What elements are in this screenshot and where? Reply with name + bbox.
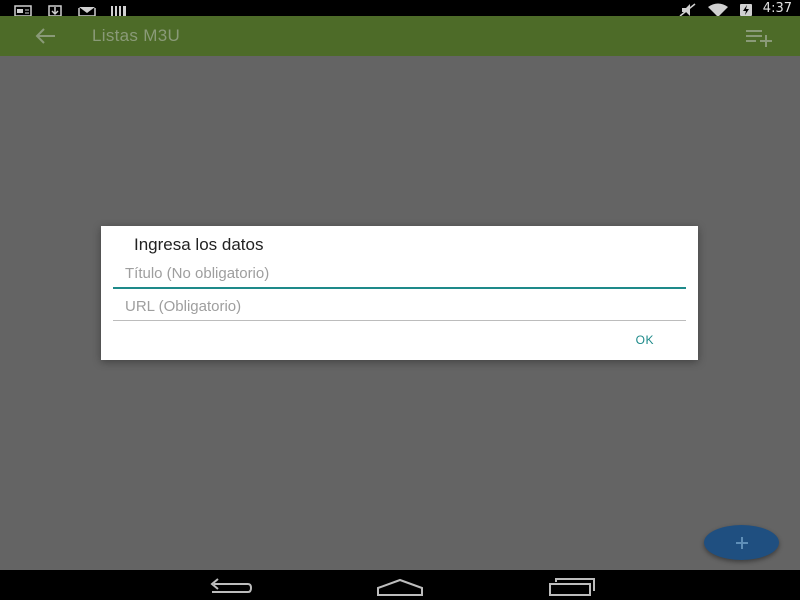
nav-back-icon[interactable] xyxy=(204,575,254,597)
status-time: 4:37 xyxy=(762,0,792,16)
back-arrow-icon[interactable] xyxy=(32,23,60,49)
status-bar: 4:37 xyxy=(0,0,800,17)
plus-icon xyxy=(735,536,748,549)
title-field xyxy=(113,261,686,289)
add-fab-button[interactable] xyxy=(704,525,779,560)
nav-recents-icon[interactable] xyxy=(546,575,596,597)
status-bar-system: 4:37 xyxy=(679,0,792,17)
app-bar: Listas M3U xyxy=(0,16,800,56)
nav-home-icon[interactable] xyxy=(374,575,424,597)
url-field xyxy=(113,294,686,321)
status-bar-notifications xyxy=(14,2,128,17)
dialog-title: Ingresa los datos xyxy=(134,235,264,254)
app-title: Listas M3U xyxy=(92,26,181,45)
mute-icon xyxy=(679,2,697,17)
playlist-add-icon[interactable] xyxy=(744,26,774,48)
navigation-bar xyxy=(0,570,800,600)
download-icon xyxy=(46,2,64,17)
notification-card-icon xyxy=(14,2,32,17)
url-input[interactable] xyxy=(113,294,686,318)
title-input[interactable] xyxy=(113,261,686,285)
input-dialog: Ingresa los datos OK xyxy=(101,226,698,360)
mail-icon xyxy=(78,2,96,17)
ok-button[interactable]: OK xyxy=(636,333,654,347)
wifi-icon xyxy=(707,2,729,17)
battery-charging-icon xyxy=(739,2,753,16)
barcode-icon xyxy=(110,2,128,16)
